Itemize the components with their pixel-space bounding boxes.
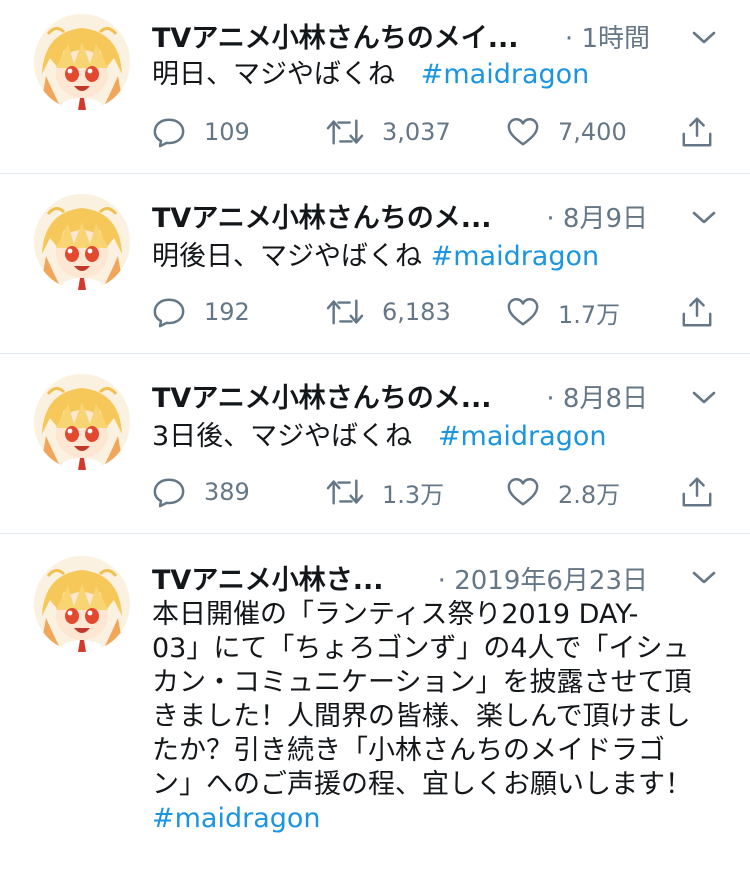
tweet[interactable]: TVアニメ小林さんちのメ... · 8月8日 3日後、マジやばくね #maidr… [0, 354, 750, 532]
action-bar: 109 3,037 7,400 [0, 112, 750, 152]
retweet-count: 1.3万 [382, 480, 445, 509]
retweet-button[interactable]: 6,183 [326, 292, 451, 332]
chevron-down-icon[interactable] [690, 568, 718, 588]
display-name[interactable]: TVアニメ小林さんちのメイ... [152, 16, 532, 55]
reply-icon [152, 475, 186, 509]
retweet-button[interactable]: 1.3万 [326, 472, 444, 512]
like-button[interactable]: 7,400 [506, 112, 627, 152]
timeline: TVアニメ小林さんちのメイ... · 1時間 明日、マジやばくね #maidra… [0, 0, 750, 878]
retweet-icon [326, 295, 364, 329]
reply-count: 389 [204, 478, 250, 506]
retweet-icon [326, 115, 364, 149]
reply-count: 109 [204, 118, 250, 146]
reply-button[interactable]: 109 [152, 112, 250, 152]
like-count: 2.8万 [558, 480, 621, 509]
timestamp[interactable]: · 2019年6月23日 [408, 560, 648, 597]
tweet-body: 明日、マジやばくね [152, 59, 395, 90]
share-icon [680, 295, 714, 329]
hashtag-link[interactable]: #maidragon [152, 803, 321, 834]
hashtag-link[interactable]: #maidragon [421, 59, 590, 90]
reply-icon [152, 115, 186, 149]
tweet-text: 本日開催の「ランティス祭り2019 DAY- 03」にて「ちょろゴンず」の4人で… [152, 599, 692, 800]
like-icon [506, 115, 540, 149]
like-button[interactable]: 2.8万 [506, 472, 620, 512]
avatar[interactable] [34, 194, 130, 290]
avatar[interactable] [34, 556, 130, 652]
retweet-count: 3,037 [382, 118, 451, 146]
like-icon [506, 295, 540, 329]
hashtag-link[interactable]: #maidragon [431, 241, 600, 272]
like-icon [506, 475, 540, 509]
retweet-button[interactable]: 3,037 [326, 112, 451, 152]
display-name[interactable]: TVアニメ小林さんちのメ... [152, 196, 512, 235]
timestamp[interactable]: · 8月8日 [520, 378, 648, 415]
reply-button[interactable]: 389 [152, 472, 250, 512]
share-icon [680, 115, 714, 149]
retweet-icon [326, 475, 364, 509]
action-bar: 192 6,183 1.7万 [0, 292, 750, 332]
retweet-count: 6,183 [382, 298, 451, 326]
hashtag-link[interactable]: #maidragon [438, 421, 607, 452]
action-bar: 389 1.3万 2.8万 [0, 472, 750, 512]
tweet-text: 明日、マジやばくね #maidragon [152, 58, 589, 92]
reply-count: 192 [204, 298, 250, 326]
reply-icon [152, 295, 186, 329]
display-name[interactable]: TVアニメ小林さ... [152, 558, 402, 597]
like-count: 1.7万 [558, 300, 621, 329]
hashtag-line: #maidragon [152, 802, 321, 836]
tweet-text: 明後日、マジやばくね #maidragon [152, 240, 599, 274]
like-count: 7,400 [558, 118, 627, 146]
reply-button[interactable]: 192 [152, 292, 250, 332]
share-icon [680, 475, 714, 509]
tweet-body: 3日後、マジやばくね [152, 421, 413, 452]
avatar[interactable] [34, 374, 130, 470]
tweet[interactable]: TVアニメ小林さんちのメ... · 8月9日 明後日、マジやばくね #maidr… [0, 174, 750, 352]
chevron-down-icon[interactable] [690, 388, 718, 408]
share-button[interactable] [680, 112, 714, 152]
tweet[interactable]: TVアニメ小林さんちのメイ... · 1時間 明日、マジやばくね #maidra… [0, 0, 750, 172]
chevron-down-icon[interactable] [690, 28, 718, 48]
tweet-text: 3日後、マジやばくね #maidragon [152, 420, 606, 454]
timestamp[interactable]: · 1時間 [540, 18, 650, 55]
display-name[interactable]: TVアニメ小林さんちのメ... [152, 376, 512, 415]
avatar[interactable] [34, 14, 130, 110]
tweet-body: 明後日、マジやばくね [152, 241, 422, 272]
share-button[interactable] [680, 472, 714, 512]
timestamp[interactable]: · 8月9日 [520, 198, 648, 235]
like-button[interactable]: 1.7万 [506, 292, 620, 332]
tweet[interactable]: TVアニメ小林さ... · 2019年6月23日 本日開催の「ランティス祭り20… [0, 534, 750, 878]
chevron-down-icon[interactable] [690, 208, 718, 228]
share-button[interactable] [680, 292, 714, 332]
